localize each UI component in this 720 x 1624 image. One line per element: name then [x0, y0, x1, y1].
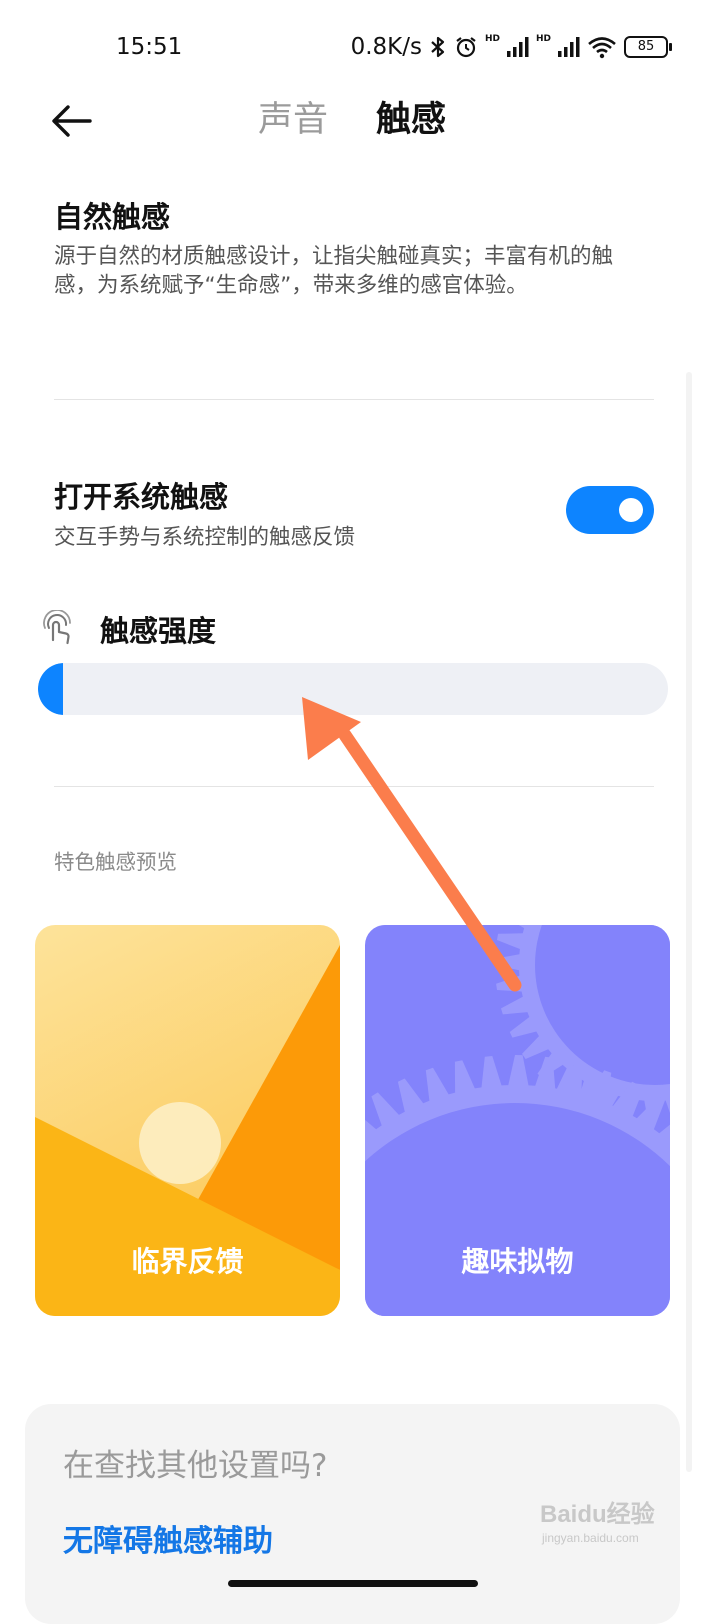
status-icons: 0.8K/s HD HD 85 — [350, 30, 672, 64]
watermark-sub: jingyan.baidu.com — [541, 1531, 639, 1545]
hd-label-2: HD — [535, 34, 551, 44]
natural-haptics-description: 源于自然的材质触感设计，让指尖触碰真实；丰富有机的触感，为系统赋予“生命感”，带… — [54, 244, 614, 298]
system-haptics-description: 交互手势与系统控制的触感反馈 — [54, 525, 356, 550]
divider — [54, 399, 654, 400]
scrollbar[interactable] — [686, 372, 692, 1472]
hd-label-1: HD — [484, 34, 500, 44]
bluetooth-icon — [431, 36, 445, 58]
critical-feedback-card[interactable]: 临界反馈 — [35, 925, 340, 1316]
tab-haptics[interactable]: 触感 — [376, 96, 446, 144]
touch-finger-icon — [43, 610, 71, 645]
signal-icon-2 — [558, 37, 580, 57]
system-haptics-title: 打开系统触感 — [54, 480, 229, 514]
network-speed: 0.8K/s — [350, 34, 422, 60]
tab-sound[interactable]: 声音 — [258, 96, 328, 144]
fun-simulation-card[interactable]: 趣味拟物 — [365, 925, 670, 1316]
search-more-question: 在查找其他设置吗? — [63, 1448, 328, 1484]
gear-body — [365, 1103, 670, 1316]
back-arrow-icon[interactable] — [48, 98, 94, 144]
card-label: 趣味拟物 — [461, 1245, 574, 1278]
divider — [54, 786, 654, 787]
status-time: 15:51 — [116, 34, 183, 60]
wifi-icon — [588, 37, 616, 59]
home-indicator[interactable] — [228, 1580, 478, 1587]
signal-icon-1 — [506, 37, 529, 57]
annotation-arrow — [302, 697, 522, 992]
watermark-text: Baidu经验 — [540, 1500, 655, 1528]
card-label: 临界反馈 — [131, 1245, 244, 1278]
natural-haptics-title: 自然触感 — [54, 200, 171, 234]
system-haptics-toggle[interactable] — [566, 486, 654, 534]
toggle-knob — [619, 498, 643, 522]
intensity-slider[interactable] — [38, 663, 668, 715]
slider-fill — [38, 663, 64, 715]
preview-section-label: 特色触感预览 — [54, 850, 177, 874]
battery-icon: 85 — [624, 36, 672, 58]
intensity-label: 触感强度 — [100, 614, 217, 648]
baidu-watermark: Baidu经验 jingyan.baidu.com — [540, 1500, 655, 1545]
accessibility-haptics-link[interactable]: 无障碍触感辅助 — [63, 1516, 273, 1560]
alarm-icon — [456, 37, 476, 58]
